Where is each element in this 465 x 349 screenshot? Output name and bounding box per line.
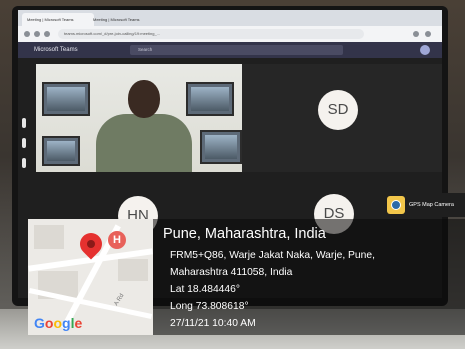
gps-camera-badge: GPS Map Camera bbox=[384, 193, 465, 217]
wall-frame bbox=[42, 136, 80, 166]
google-logo: Google bbox=[34, 315, 83, 331]
location-info-panel: Pune, Maharashtra, India FRM5+Q86, Warje… bbox=[153, 219, 465, 335]
teams-header: Microsoft Teams Search bbox=[18, 42, 442, 58]
location-city: Pune, Maharashtra, India bbox=[163, 226, 326, 242]
profile-icon[interactable] bbox=[425, 31, 431, 37]
app-title: Microsoft Teams bbox=[34, 47, 78, 53]
reload-icon[interactable] bbox=[44, 31, 50, 37]
browser-tab[interactable]: Meeting | Microsoft Teams bbox=[22, 13, 94, 26]
person-head bbox=[128, 80, 160, 118]
user-avatar[interactable] bbox=[420, 45, 430, 55]
mic-icon bbox=[22, 158, 26, 168]
address-line: Maharashtra 411058, India bbox=[170, 267, 293, 278]
forward-icon[interactable] bbox=[34, 31, 40, 37]
participant-avatar: SD bbox=[318, 90, 358, 130]
browser-tab[interactable]: Meeting | Microsoft Teams bbox=[88, 13, 160, 26]
timestamp: 27/11/21 10:40 AM bbox=[170, 318, 256, 329]
gps-app-name: GPS Map Camera bbox=[409, 202, 454, 208]
wall-frame bbox=[200, 130, 242, 164]
browser-address-bar: teams.microsoft.com/_#/pre-join-calling/… bbox=[18, 26, 442, 42]
browser-tab-bar: Meeting | Microsoft Teams Meeting | Micr… bbox=[18, 10, 442, 26]
wall-frame bbox=[42, 82, 90, 116]
url-field[interactable]: teams.microsoft.com/_#/pre-join-calling/… bbox=[58, 29, 364, 39]
address-line: FRM5+Q86, Warje Jakat Naka, Warje, Pune, bbox=[170, 250, 375, 261]
map-road-label: A Rd bbox=[113, 292, 126, 308]
map-block bbox=[118, 259, 148, 281]
mic-icon bbox=[22, 138, 26, 148]
map-block bbox=[34, 225, 64, 249]
search-input[interactable]: Search bbox=[130, 45, 343, 55]
mic-icon bbox=[22, 118, 26, 128]
latitude: Lat 18.484446° bbox=[170, 284, 240, 295]
extension-icon[interactable] bbox=[413, 31, 419, 37]
wall-frame bbox=[186, 82, 234, 116]
back-icon[interactable] bbox=[24, 31, 30, 37]
person-body bbox=[96, 114, 192, 172]
gps-camera-icon bbox=[387, 196, 405, 214]
location-map: H A Rd Google bbox=[28, 219, 153, 335]
longitude: Long 73.808618° bbox=[170, 301, 249, 312]
hospital-icon: H bbox=[108, 231, 126, 249]
participant-video bbox=[36, 64, 242, 172]
